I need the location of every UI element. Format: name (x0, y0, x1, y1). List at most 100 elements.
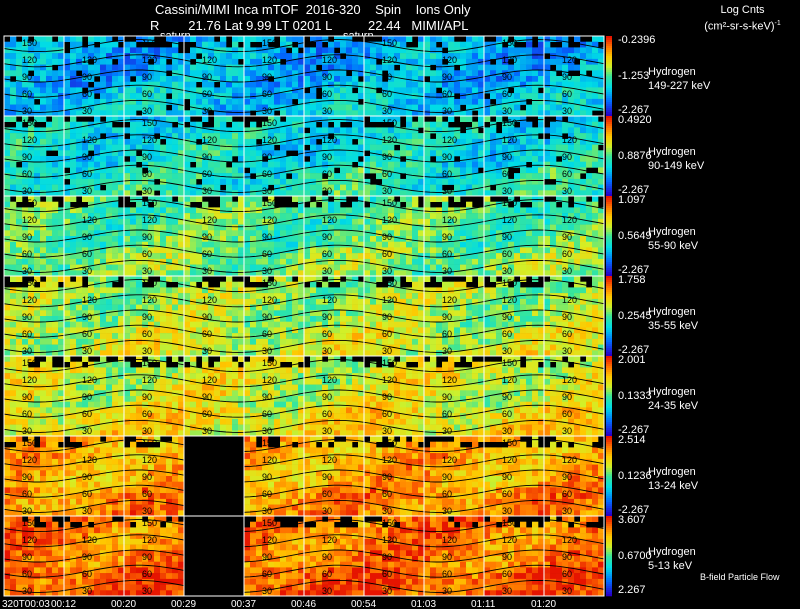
heatmap-cell (388, 161, 395, 168)
heatmap-cell (586, 287, 593, 294)
y-tick-label: 60 (82, 169, 92, 179)
heatmap-cell (130, 310, 137, 317)
y-tick-label: 90 (502, 232, 512, 242)
heatmap-cell (46, 161, 53, 168)
heatmap-cell (418, 87, 425, 94)
heatmap-cell (112, 76, 119, 82)
heatmap-cell (250, 304, 257, 311)
heatmap-cell (268, 321, 275, 328)
heatmap-cell (532, 213, 539, 220)
heatmap-cell (532, 276, 539, 282)
heatmap-cell (232, 218, 239, 225)
heatmap-cell (388, 304, 395, 311)
heatmap-cell (430, 121, 437, 128)
heatmap-cell (196, 321, 203, 328)
heatmap-cell (124, 64, 131, 71)
heatmap-cell (10, 70, 17, 77)
heatmap-cell (4, 201, 11, 208)
heatmap-cell (592, 133, 599, 140)
heatmap-cell (118, 270, 125, 277)
heatmap-cell (172, 218, 179, 225)
heatmap-cell (46, 41, 53, 48)
y-tick-label: 60 (322, 249, 332, 259)
heatmap-cell (490, 241, 497, 248)
y-tick-label: 30 (502, 186, 512, 196)
colorbar-step (606, 244, 612, 247)
heatmap-cell (580, 81, 587, 88)
heatmap-cell (340, 70, 347, 77)
heatmap-cell (538, 121, 545, 128)
heatmap-cell (424, 178, 431, 185)
colorbar-step (606, 242, 612, 245)
heatmap-cell (358, 316, 365, 322)
heatmap-cell (400, 81, 407, 88)
heatmap-cell (442, 161, 449, 168)
heatmap-cell (40, 218, 47, 225)
heatmap-cell (178, 196, 185, 202)
heatmap-cell (352, 281, 359, 288)
heatmap-cell (238, 298, 245, 305)
y-tick-label: 30 (382, 266, 392, 276)
heatmap-cell (160, 127, 167, 134)
heatmap-cell (226, 310, 233, 317)
heatmap-cell (424, 190, 431, 197)
heatmap-cell (490, 110, 497, 117)
heatmap-cell (316, 207, 323, 214)
colorbar-step (606, 258, 612, 261)
heatmap-cell (334, 116, 341, 122)
heatmap-cell (226, 327, 233, 334)
colorbar-step (606, 128, 612, 131)
heatmap-cell (94, 270, 101, 277)
y-tick-label: 150 (262, 198, 277, 208)
heatmap-cell (196, 41, 203, 48)
heatmap-cell (286, 156, 293, 162)
heatmap-cell (454, 281, 461, 288)
heatmap-cell (124, 47, 131, 54)
heatmap-cell (472, 310, 479, 317)
colorbar-step (606, 142, 612, 145)
heatmap-cell (370, 218, 377, 225)
colorbar-step (606, 196, 612, 199)
heatmap-cell (466, 304, 473, 311)
y-tick-label: 60 (382, 249, 392, 259)
heatmap-cell (484, 304, 491, 311)
heatmap-cell (484, 213, 491, 220)
heatmap-cell (250, 201, 257, 208)
heatmap-cell (280, 93, 287, 100)
y-tick-label: 120 (142, 215, 157, 225)
heatmap-cell (280, 253, 287, 260)
heatmap-cell (34, 258, 41, 265)
heatmap-cell (598, 133, 605, 140)
heatmap-cell (346, 41, 353, 48)
heatmap-cell (34, 64, 41, 71)
heatmap-cell (244, 93, 251, 100)
heatmap-cell (214, 87, 221, 94)
y-tick-label: 120 (202, 135, 217, 145)
heatmap-cell (442, 321, 449, 328)
heatmap-cell (592, 150, 599, 157)
heatmap-cell (112, 316, 119, 322)
y-tick-label: 120 (442, 215, 457, 225)
heatmap-cell (190, 321, 197, 328)
heatmap-cell (124, 110, 131, 117)
heatmap-cell (4, 178, 11, 185)
heatmap-cell (430, 253, 437, 260)
heatmap-cell (514, 87, 521, 94)
y-tick-label: 60 (22, 249, 32, 259)
heatmap-cell (130, 173, 137, 180)
heatmap-cell (490, 213, 497, 220)
heatmap-cell (484, 287, 491, 294)
heatmap-cell (598, 224, 605, 231)
heatmap-cell (526, 70, 533, 77)
heatmap-cell (286, 144, 293, 151)
heatmap-cell (220, 53, 227, 60)
heatmap-cell (112, 218, 119, 225)
heatmap-cell (238, 236, 245, 242)
heatmap-cell (586, 173, 593, 180)
heatmap-cell (160, 110, 167, 117)
heatmap-cell (34, 316, 41, 322)
heatmap-cell (76, 161, 83, 168)
heatmap-cell (28, 258, 35, 265)
heatmap-cell (76, 81, 83, 88)
heatmap-cell (370, 58, 377, 65)
